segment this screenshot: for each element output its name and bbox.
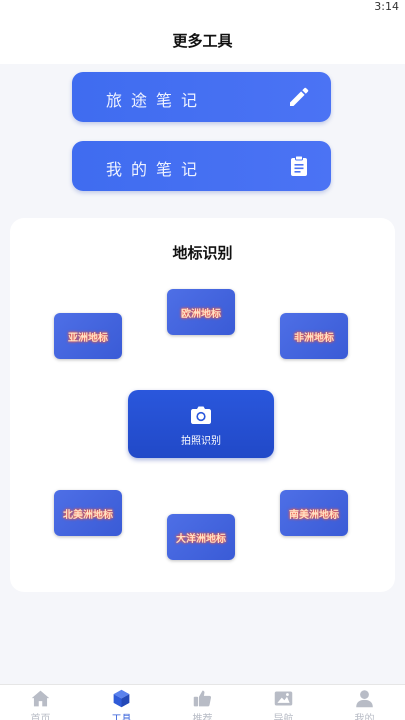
home-icon — [31, 690, 50, 707]
photo-recognition-label: 拍照识别 — [181, 436, 221, 447]
status-bar: 3:14 — [0, 0, 405, 14]
africa-landmarks-button[interactable]: 非洲地标 — [280, 313, 348, 359]
status-time: 3:14 — [374, 0, 399, 13]
travel-notes-button[interactable]: 旅途笔记 — [72, 72, 331, 122]
tab-mine[interactable]: 我的 — [324, 685, 405, 720]
tab-tools-label: 工具 — [111, 714, 132, 720]
africa-landmarks-label: 非洲地标 — [294, 332, 334, 344]
map-icon — [274, 691, 293, 706]
tab-mine-label: 我的 — [354, 714, 375, 720]
north-america-landmarks-label: 北美洲地标 — [63, 509, 113, 521]
my-notes-label: 我的笔记 — [106, 160, 207, 179]
thumbs-up-icon — [193, 690, 212, 707]
tab-navigation[interactable]: 导航 — [243, 685, 324, 720]
top-bar: 更多工具 — [0, 14, 405, 64]
europe-landmarks-button[interactable]: 欧洲地标 — [167, 289, 235, 335]
bottom-tab-bar: 首页 工具 推荐 导航 我的 — [0, 684, 405, 720]
user-icon — [356, 690, 373, 708]
photo-recognition-button[interactable]: 拍照识别 — [128, 390, 274, 458]
my-notes-button[interactable]: 我的笔记 — [72, 141, 331, 191]
oceania-landmarks-label: 大洋洲地标 — [176, 533, 226, 545]
tab-recommend[interactable]: 推荐 — [162, 685, 243, 720]
tab-recommend-label: 推荐 — [192, 714, 213, 720]
europe-landmarks-label: 欧洲地标 — [181, 308, 221, 320]
tab-home[interactable]: 首页 — [0, 685, 81, 720]
asia-landmarks-button[interactable]: 亚洲地标 — [54, 313, 122, 359]
camera-icon — [191, 406, 211, 424]
oceania-landmarks-button[interactable]: 大洋洲地标 — [167, 514, 235, 560]
south-america-landmarks-label: 南美洲地标 — [289, 509, 339, 521]
cube-icon — [113, 689, 130, 708]
asia-landmarks-label: 亚洲地标 — [68, 332, 108, 344]
pencil-icon — [290, 87, 309, 106]
tab-tools[interactable]: 工具 — [81, 685, 162, 720]
landmark-recognition-title: 地标识别 — [172, 244, 233, 262]
clipboard-icon — [291, 155, 307, 176]
south-america-landmarks-button[interactable]: 南美洲地标 — [280, 490, 348, 536]
north-america-landmarks-button[interactable]: 北美洲地标 — [54, 490, 122, 536]
tab-navigation-label: 导航 — [273, 714, 294, 720]
page-title: 更多工具 — [172, 32, 233, 50]
tab-home-label: 首页 — [30, 714, 51, 720]
landmark-recognition-card: 地标识别 欧洲地标 亚洲地标 非洲地标 拍照识别 北美洲地标 南美洲地标 大洋洲… — [10, 218, 395, 592]
travel-notes-label: 旅途笔记 — [106, 91, 207, 110]
